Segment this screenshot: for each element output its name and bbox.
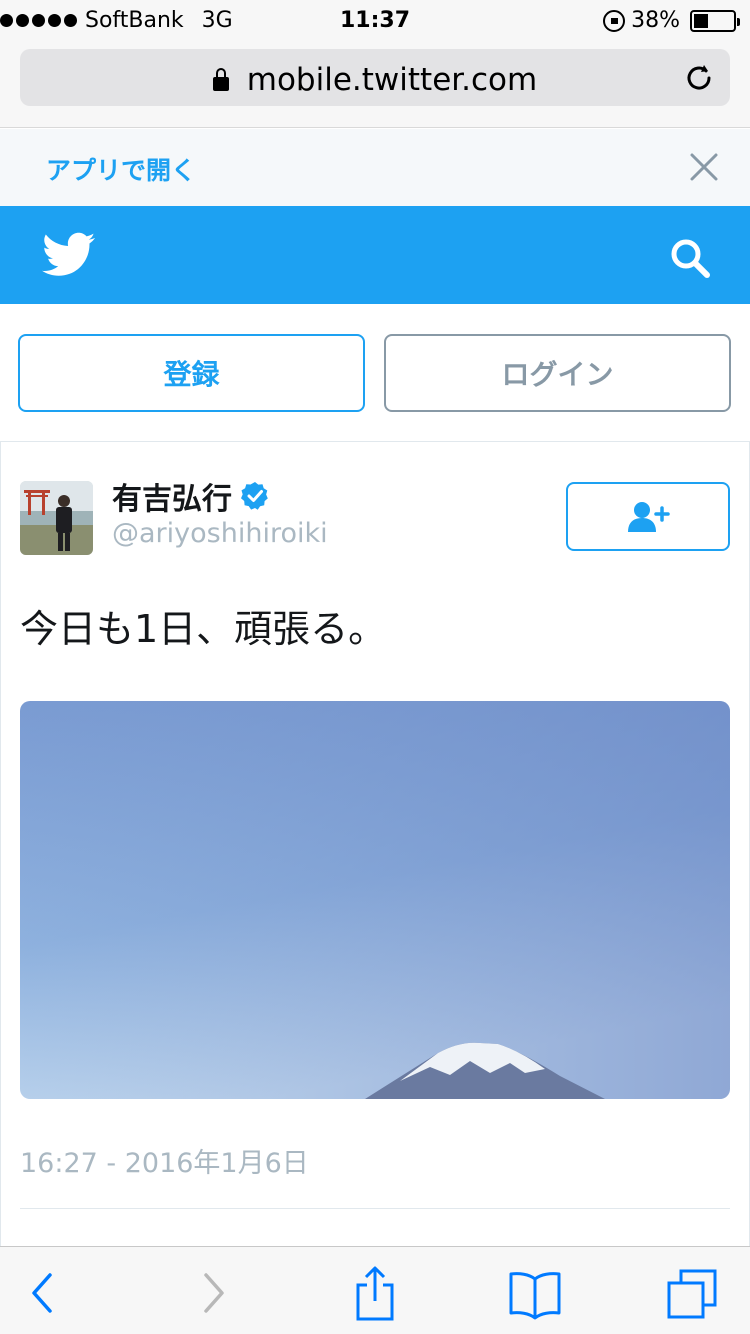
open-in-app-link[interactable]: アプリで開く — [46, 151, 196, 187]
battery-level — [694, 13, 709, 28]
address-bar-content: mobile.twitter.com — [20, 62, 730, 98]
author-name[interactable]: 有吉弘行 — [112, 474, 232, 518]
reload-icon[interactable] — [682, 61, 716, 95]
battery-percent: 38% — [631, 8, 680, 33]
twitter-bird-icon[interactable] — [42, 232, 96, 278]
login-button[interactable]: ログイン — [384, 334, 731, 412]
status-right: 38% — [603, 8, 740, 33]
avatar[interactable] — [20, 481, 93, 555]
author-handle[interactable]: @ariyoshihiroiki — [112, 518, 328, 549]
browser-toolbar — [0, 1246, 750, 1334]
avatar-photo — [20, 481, 93, 555]
battery-icon — [690, 9, 740, 32]
tabs-icon[interactable] — [665, 1265, 721, 1321]
forward-icon[interactable] — [184, 1265, 240, 1321]
verified-badge-icon — [241, 482, 268, 510]
follow-user-icon — [628, 501, 670, 532]
signup-button[interactable]: 登録 — [18, 334, 365, 412]
close-icon[interactable] — [688, 151, 720, 183]
back-icon[interactable] — [16, 1265, 72, 1321]
follow-button[interactable] — [566, 482, 730, 551]
share-icon[interactable] — [347, 1265, 403, 1321]
rotation-lock-icon — [603, 9, 626, 32]
author-row: 有吉弘行 — [112, 474, 270, 518]
tweet-timestamp[interactable]: 16:27 - 2016年1月6日 — [20, 1141, 309, 1180]
tweet-text: 今日も1日、頑張る。 — [20, 607, 387, 651]
lock-icon — [212, 68, 229, 91]
browser-chrome: SoftBank 3G 11:37 38% mobile.twitter.com — [0, 0, 750, 128]
open-app-banner: アプリで開く — [0, 129, 750, 206]
search-icon[interactable] — [668, 236, 712, 280]
tweet-photo[interactable] — [20, 701, 730, 1099]
mount-fuji-photo — [20, 701, 730, 1099]
twitter-header — [0, 206, 750, 304]
url-text: mobile.twitter.com — [246, 62, 538, 98]
status-bar: SoftBank 3G 11:37 38% — [0, 0, 750, 40]
divider — [20, 1208, 730, 1209]
bookmarks-icon[interactable] — [507, 1265, 563, 1321]
address-bar[interactable]: mobile.twitter.com — [20, 49, 730, 106]
